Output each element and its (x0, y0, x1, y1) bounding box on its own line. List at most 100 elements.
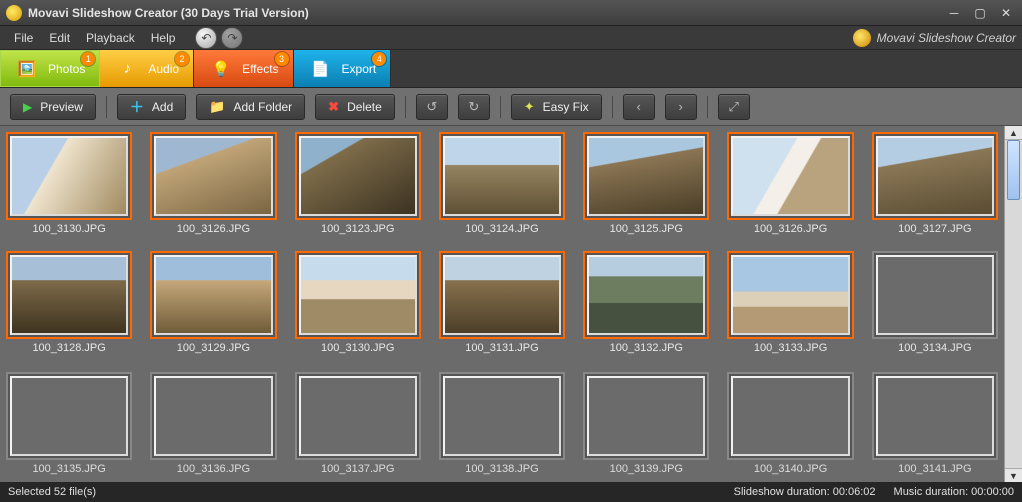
thumbnail-filename: 100_3133.JPG (727, 342, 853, 356)
separator (707, 96, 708, 118)
tab-label: Audio (148, 62, 179, 76)
thumbnail-frame (295, 372, 421, 460)
fit-button[interactable]: ⤢ (718, 94, 750, 120)
thumbnail-grid: 100_3130.JPG100_3126.JPG100_3123.JPG100_… (6, 132, 998, 477)
thumbnail-item[interactable]: 100_3132.JPG (583, 251, 709, 356)
thumbnail-frame (439, 132, 565, 220)
thumbnail-frame (727, 251, 853, 339)
audio-icon: ♪ (114, 56, 140, 82)
folder-icon: 📁 (209, 99, 225, 115)
menu-file[interactable]: File (6, 28, 41, 48)
prev-button[interactable]: ‹ (623, 94, 655, 120)
thumbnail-image (10, 136, 128, 216)
delete-button[interactable]: ✖ Delete (315, 94, 395, 120)
delete-icon: ✖ (328, 99, 339, 115)
thumbnail-item[interactable]: 100_3141.JPG (872, 372, 998, 477)
thumbnail-item[interactable]: 100_3124.JPG (439, 132, 565, 237)
thumbnail-item[interactable]: 100_3138.JPG (439, 372, 565, 477)
thumbnail-item[interactable]: 100_3137.JPG (295, 372, 421, 477)
toolbar: ▶ Preview ＋ Add 📁 Add Folder ✖ Delete ↺ … (0, 88, 1022, 126)
tab-export[interactable]: 📄 Export 4 (294, 50, 392, 87)
next-button[interactable]: › (665, 94, 697, 120)
window-controls: ─ ▢ ✕ (944, 5, 1016, 21)
chevron-left-icon: ‹ (637, 99, 641, 114)
rotate-right-button[interactable]: ↻ (458, 94, 490, 120)
thumbnail-image (154, 136, 272, 216)
thumbnail-image (154, 376, 272, 456)
separator (405, 96, 406, 118)
tab-badge: 4 (372, 52, 386, 66)
brand-icon (853, 29, 871, 47)
add-folder-button[interactable]: 📁 Add Folder (196, 94, 305, 120)
thumbnail-filename: 100_3137.JPG (295, 463, 421, 477)
add-button[interactable]: ＋ Add (117, 94, 186, 120)
thumbnail-item[interactable]: 100_3129.JPG (150, 251, 276, 356)
preview-button[interactable]: ▶ Preview (10, 94, 96, 120)
thumbnail-item[interactable]: 100_3130.JPG (295, 251, 421, 356)
window-title: Movavi Slideshow Creator (30 Days Trial … (28, 6, 309, 20)
thumbnail-filename: 100_3140.JPG (727, 463, 853, 477)
close-button[interactable]: ✕ (996, 5, 1016, 21)
tab-photos[interactable]: 🖼️ Photos 1 (0, 50, 100, 87)
thumbnail-image (876, 376, 994, 456)
thumbnail-frame (150, 251, 276, 339)
tab-effects[interactable]: 💡 Effects 3 (194, 50, 293, 87)
tab-label: Photos (48, 62, 85, 76)
thumbnail-frame (439, 251, 565, 339)
thumbnail-item[interactable]: 100_3140.JPG (727, 372, 853, 477)
thumbnail-item[interactable]: 100_3125.JPG (583, 132, 709, 237)
thumbnail-frame (872, 372, 998, 460)
tab-label: Export (342, 62, 377, 76)
thumbnail-item[interactable]: 100_3136.JPG (150, 372, 276, 477)
thumbnail-image (443, 376, 561, 456)
scroll-down-button[interactable]: ▼ (1005, 468, 1022, 482)
tab-badge: 1 (81, 52, 95, 66)
thumbnail-image (299, 255, 417, 335)
thumbnail-image (299, 136, 417, 216)
thumbnail-frame (6, 372, 132, 460)
thumbnail-item[interactable]: 100_3126.JPG (150, 132, 276, 237)
tab-label: Effects (242, 62, 278, 76)
thumbnail-image (443, 255, 561, 335)
redo-button[interactable]: ↷ (221, 27, 243, 49)
scroll-thumb[interactable] (1007, 140, 1020, 200)
status-music-duration: Music duration: 00:00:00 (894, 486, 1014, 498)
undo-button[interactable]: ↶ (195, 27, 217, 49)
thumbnail-filename: 100_3136.JPG (150, 463, 276, 477)
rotate-left-button[interactable]: ↺ (416, 94, 448, 120)
menu-bar: File Edit Playback Help ↶ ↷ Movavi Slide… (0, 26, 1022, 50)
thumbnail-scroll-area[interactable]: 100_3130.JPG100_3126.JPG100_3123.JPG100_… (0, 126, 1004, 482)
easy-fix-button[interactable]: ✦ Easy Fix (511, 94, 602, 120)
thumbnail-image (876, 255, 994, 335)
status-bar: Selected 52 file(s) Slideshow duration: … (0, 482, 1022, 502)
maximize-button[interactable]: ▢ (970, 5, 990, 21)
tab-audio[interactable]: ♪ Audio 2 (100, 50, 194, 87)
thumbnail-image (10, 255, 128, 335)
menu-playback[interactable]: Playback (78, 28, 143, 48)
thumbnail-item[interactable]: 100_3135.JPG (6, 372, 132, 477)
photos-icon: 🖼️ (14, 56, 40, 82)
thumbnail-item[interactable]: 100_3139.JPG (583, 372, 709, 477)
scroll-up-button[interactable]: ▲ (1005, 126, 1022, 140)
thumbnail-item[interactable]: 100_3131.JPG (439, 251, 565, 356)
thumbnail-filename: 100_3125.JPG (583, 223, 709, 237)
button-label: Delete (347, 100, 382, 114)
button-label: Easy Fix (543, 100, 589, 114)
button-label: Add Folder (233, 100, 292, 114)
minimize-button[interactable]: ─ (944, 5, 964, 21)
thumbnail-item[interactable]: 100_3128.JPG (6, 251, 132, 356)
thumbnail-item[interactable]: 100_3127.JPG (872, 132, 998, 237)
thumbnail-item[interactable]: 100_3134.JPG (872, 251, 998, 356)
content-area: 100_3130.JPG100_3126.JPG100_3123.JPG100_… (0, 126, 1022, 482)
thumbnail-item[interactable]: 100_3126.JPG (727, 132, 853, 237)
vertical-scrollbar[interactable]: ▲ ▼ (1004, 126, 1022, 482)
thumbnail-filename: 100_3138.JPG (439, 463, 565, 477)
tab-badge: 2 (175, 52, 189, 66)
menu-edit[interactable]: Edit (41, 28, 78, 48)
menu-help[interactable]: Help (143, 28, 184, 48)
thumbnail-item[interactable]: 100_3123.JPG (295, 132, 421, 237)
thumbnail-item[interactable]: 100_3133.JPG (727, 251, 853, 356)
thumbnail-filename: 100_3141.JPG (872, 463, 998, 477)
thumbnail-item[interactable]: 100_3130.JPG (6, 132, 132, 237)
button-label: Add (152, 100, 173, 114)
